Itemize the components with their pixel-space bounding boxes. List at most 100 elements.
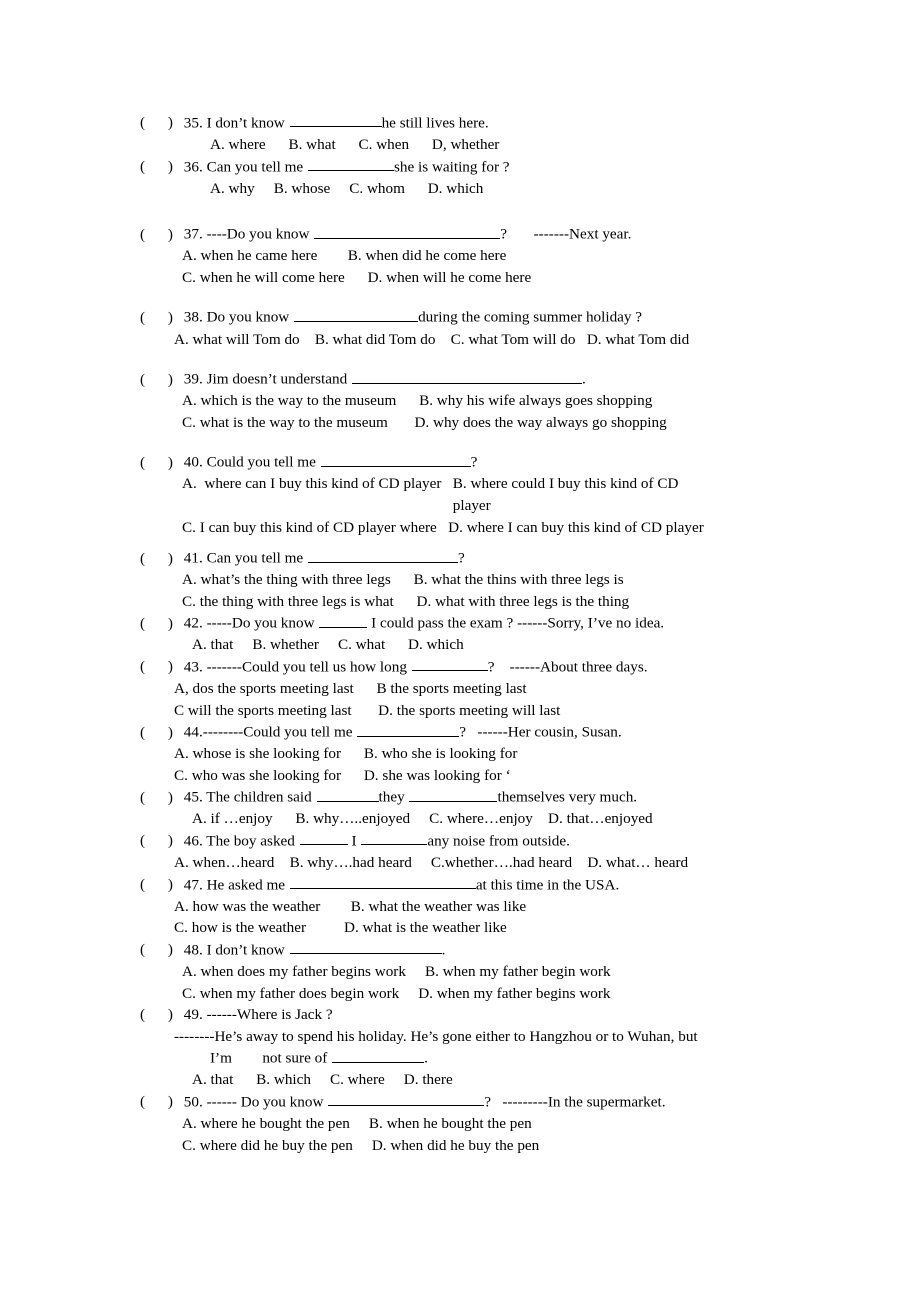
option-a[interactable]: A. if …enjoy — [192, 810, 273, 827]
option-d[interactable]: D. what with three legs is the thing — [417, 593, 630, 610]
answer-bracket-38[interactable]: ( ) — [140, 307, 180, 329]
option-b[interactable]: B. what the thins with three legs is — [414, 571, 624, 588]
option-a[interactable]: A, dos the sports meeting last — [174, 680, 354, 697]
answer-bracket-43[interactable]: ( ) — [140, 656, 180, 678]
option-d[interactable]: D. when did he buy the pen — [372, 1137, 539, 1154]
option-a[interactable]: A. where — [210, 136, 266, 153]
option-b[interactable]: B. what — [288, 136, 335, 153]
answer-bracket-48[interactable]: ( ) — [140, 939, 180, 961]
option-c[interactable]: C. who was she looking for — [174, 767, 341, 784]
option-c[interactable]: C. what is the way to the museum — [182, 414, 388, 431]
option-a[interactable]: A. when…heard — [174, 854, 274, 871]
option-d[interactable]: D. what is the weather like — [344, 919, 507, 936]
question-42-stem-after: I could pass the exam ? ------Sorry, I’v… — [371, 614, 665, 632]
question-35-blank[interactable] — [289, 112, 382, 128]
option-b[interactable]: B. where could I buy this kind of CD pla… — [453, 473, 711, 516]
question-45-blank-2[interactable] — [409, 786, 498, 802]
option-c[interactable]: C. the thing with three legs is what — [182, 593, 394, 610]
option-b[interactable]: B. why his wife always goes shopping — [419, 392, 652, 409]
option-b[interactable]: B the sports meeting last — [376, 680, 526, 697]
option-c[interactable]: C. where…enjoy — [429, 810, 533, 827]
question-46-blank-1[interactable] — [299, 830, 348, 846]
option-d[interactable]: D. which — [408, 636, 464, 653]
option-d[interactable]: D. which — [428, 180, 484, 197]
answer-bracket-44[interactable]: ( ) — [140, 722, 180, 744]
option-c[interactable]: C. I can buy this kind of CD player wher… — [182, 517, 437, 539]
question-42-blank[interactable] — [319, 612, 368, 628]
answer-bracket-40[interactable]: ( ) — [140, 452, 180, 474]
option-d[interactable]: D. what… heard — [587, 854, 688, 871]
question-37-blank[interactable] — [314, 223, 501, 239]
option-d[interactable]: D. why does the way always go shopping — [414, 414, 666, 431]
answer-bracket-36[interactable]: ( ) — [140, 156, 180, 178]
question-44-blank[interactable] — [357, 721, 460, 737]
option-b[interactable]: B. why…..enjoyed — [295, 810, 410, 827]
option-c[interactable]: C. what Tom will do — [451, 331, 576, 348]
option-a[interactable]: A. when does my father begins work — [182, 963, 406, 980]
option-b[interactable]: B. which — [256, 1071, 311, 1088]
answer-bracket-46[interactable]: ( ) — [140, 830, 180, 852]
option-c[interactable]: C. when my father does begin work — [182, 985, 399, 1002]
option-c[interactable]: C.whether….had heard — [431, 854, 572, 871]
question-47-blank[interactable] — [289, 874, 476, 890]
option-d[interactable]: D. the sports meeting will last — [378, 702, 560, 719]
answer-bracket-42[interactable]: ( ) — [140, 613, 180, 635]
option-b[interactable]: B. what the weather was like — [351, 898, 526, 915]
option-b[interactable]: B. whether — [252, 636, 319, 653]
option-a[interactable]: A. whose is she looking for — [174, 745, 341, 762]
option-b[interactable]: B. who she is looking for — [364, 745, 518, 762]
option-c[interactable]: C will the sports meeting last — [174, 702, 352, 719]
option-d[interactable]: D. when will he come here — [368, 269, 532, 286]
option-c[interactable]: C. how is the weather — [174, 919, 306, 936]
answer-bracket-49[interactable]: ( ) — [140, 1004, 180, 1026]
answer-bracket-41[interactable]: ( ) — [140, 548, 180, 570]
option-a[interactable]: A. that — [192, 636, 233, 653]
answer-bracket-37[interactable]: ( ) — [140, 224, 180, 246]
question-48-blank[interactable] — [289, 939, 442, 955]
question-38-blank[interactable] — [294, 306, 419, 322]
question-39-blank[interactable] — [352, 368, 582, 384]
question-45-blank-1[interactable] — [316, 786, 379, 802]
answer-bracket-35[interactable]: ( ) — [140, 112, 180, 134]
answer-bracket-47[interactable]: ( ) — [140, 874, 180, 896]
option-b[interactable]: B. when he bought the pen — [369, 1115, 532, 1132]
option-d[interactable]: D. what Tom did — [587, 331, 689, 348]
question-46-blank-2[interactable] — [361, 830, 428, 846]
option-a[interactable]: A. what will Tom do — [174, 331, 300, 348]
answer-bracket-50[interactable]: ( ) — [140, 1091, 180, 1113]
option-a[interactable]: A. where can I buy this kind of CD playe… — [182, 473, 441, 495]
option-a[interactable]: A. why — [210, 180, 255, 197]
option-b[interactable]: B. what did Tom do — [315, 331, 436, 348]
option-d[interactable]: D. where I can buy this kind of CD playe… — [448, 517, 710, 539]
question-40-blank[interactable] — [320, 451, 471, 467]
option-a[interactable]: A. what’s the thing with three legs — [182, 571, 391, 588]
option-a[interactable]: A. where he bought the pen — [182, 1115, 350, 1132]
option-b[interactable]: B. when my father begin work — [425, 963, 611, 980]
option-b[interactable]: B. whose — [274, 180, 331, 197]
option-a[interactable]: A. that — [192, 1071, 233, 1088]
answer-bracket-39[interactable]: ( ) — [140, 369, 180, 391]
option-d[interactable]: D. when my father begins work — [418, 985, 610, 1002]
option-c[interactable]: C. when he will come here — [182, 269, 345, 286]
option-a[interactable]: A. which is the way to the museum — [182, 392, 396, 409]
question-36-blank[interactable] — [307, 156, 394, 172]
answer-bracket-45[interactable]: ( ) — [140, 787, 180, 809]
question-41-blank[interactable] — [307, 547, 458, 563]
option-a[interactable]: A. when he came here — [182, 247, 317, 264]
option-d[interactable]: D, whether — [432, 136, 499, 153]
question-37: ( ) 37. ----Do you know ? -------Next ye… — [140, 223, 840, 288]
option-b[interactable]: B. when did he come here — [348, 247, 507, 264]
option-d[interactable]: D. that…enjoyed — [548, 810, 653, 827]
question-49-blank[interactable] — [332, 1047, 425, 1063]
option-b[interactable]: B. why….had heard — [290, 854, 412, 871]
option-a[interactable]: A. how was the weather — [174, 898, 320, 915]
question-50-blank[interactable] — [328, 1091, 485, 1107]
option-c[interactable]: C. where — [330, 1071, 385, 1088]
option-c[interactable]: C. whom — [349, 180, 405, 197]
option-c[interactable]: C. when — [358, 136, 409, 153]
option-d[interactable]: D. she was looking for ‘ — [364, 767, 511, 784]
option-c[interactable]: C. what — [338, 636, 385, 653]
option-d[interactable]: D. there — [404, 1071, 453, 1088]
option-c[interactable]: C. where did he buy the pen — [182, 1137, 353, 1154]
question-43-blank[interactable] — [411, 656, 488, 672]
